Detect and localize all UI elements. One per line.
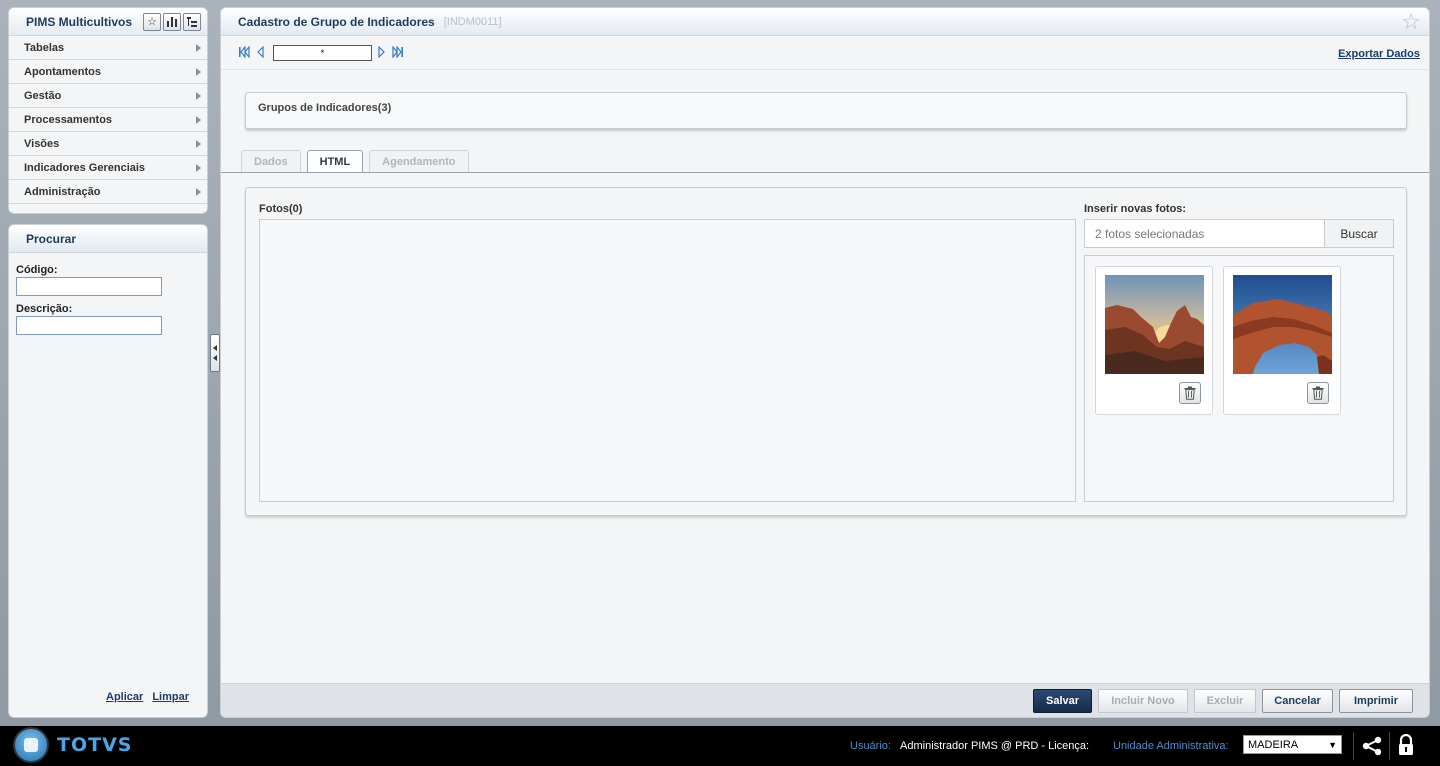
footer-divider: [1353, 732, 1354, 760]
description-input[interactable]: [16, 316, 162, 335]
page-code: [INDM0011]: [443, 15, 502, 28]
footer-bar: TOTVS Usuário: Administrador PIMS @ PRD …: [0, 726, 1440, 766]
chevron-right-icon: [196, 43, 201, 52]
chevron-right-icon: [196, 187, 201, 196]
record-search-input[interactable]: [273, 44, 372, 61]
tree-list-icon[interactable]: [183, 12, 201, 31]
photo-stone-arch: [1233, 275, 1332, 374]
menu-item-label: Processamentos: [24, 113, 113, 126]
delete-photo-button[interactable]: [1179, 382, 1201, 404]
groups-section[interactable]: Grupos de Indicadores(3): [245, 92, 1407, 129]
photo-thumbnail: [1095, 266, 1213, 415]
lock-icon[interactable]: [1397, 733, 1415, 759]
footer-divider: [1389, 732, 1390, 760]
menu-item-label: Tabelas: [24, 41, 65, 54]
menu-item-label: Apontamentos: [24, 65, 101, 78]
search-panel: Procurar Código: Descrição: Aplicar Limp…: [8, 224, 208, 718]
totvs-logo-text: TOTVS: [57, 734, 133, 756]
cancel-button[interactable]: Cancelar: [1262, 688, 1333, 713]
sidebar-menu: PIMS Multicultivos ☆ Tabelas Apontamento…: [8, 7, 208, 214]
tab-agendamento[interactable]: Agendamento: [369, 150, 469, 172]
unit-select[interactable]: MADEIRA ▼: [1243, 735, 1342, 754]
page-title: Cadastro de Grupo de Indicadores: [238, 14, 435, 29]
sidebar-header: PIMS Multicultivos ☆: [9, 8, 207, 36]
collapse-arrow-icon: [213, 355, 217, 361]
print-button[interactable]: Imprimir: [1339, 688, 1413, 713]
clear-link[interactable]: Limpar: [152, 691, 189, 703]
share-icon[interactable]: [1361, 736, 1383, 759]
photo-canyon-sunset: [1105, 275, 1204, 374]
photo-thumbnail: [1223, 266, 1341, 415]
menu-item-apontamentos[interactable]: Apontamentos: [9, 60, 207, 84]
code-label: Código:: [16, 264, 58, 276]
chevron-right-icon: [196, 163, 201, 172]
menu-item-label: Gestão: [24, 89, 62, 102]
tab-bar: Dados HTML Agendamento: [241, 150, 469, 173]
delete-button[interactable]: Excluir: [1194, 688, 1256, 713]
groups-label: Grupos de Indicadores(3): [258, 102, 392, 114]
menu-item-label: Indicadores Gerenciais: [24, 161, 146, 174]
unit-select-value: MADEIRA: [1248, 738, 1299, 751]
last-record-icon[interactable]: [392, 44, 404, 60]
previous-record-icon[interactable]: [256, 45, 264, 60]
chevron-right-icon: [196, 91, 201, 100]
tab-html[interactable]: HTML: [306, 150, 364, 173]
unit-label: Unidade Administrativa:: [1113, 740, 1229, 752]
menu-item-gestao[interactable]: Gestão: [9, 84, 207, 108]
action-bar: Salvar Incluir Novo Excluir Cancelar Imp…: [221, 683, 1429, 717]
html-tab-content: Fotos(0) Inserir novas fotos: 2 fotos se…: [245, 187, 1407, 516]
collapse-arrow-icon: [213, 345, 217, 351]
next-record-icon[interactable]: [378, 45, 386, 60]
trash-icon: [1312, 386, 1324, 400]
favorite-star-icon[interactable]: ☆: [1401, 11, 1421, 33]
totvs-logo-icon: [13, 727, 49, 763]
apply-link[interactable]: Aplicar: [106, 691, 143, 703]
menu-item-label: Visões: [24, 137, 60, 150]
photos-area: [259, 219, 1076, 502]
favorites-star-icon[interactable]: ☆: [143, 12, 161, 31]
tab-label: Dados: [254, 155, 288, 168]
search-panel-title: Procurar: [9, 225, 207, 253]
first-record-icon[interactable]: [238, 44, 250, 60]
trash-icon: [1184, 386, 1196, 400]
photos-label: Fotos(0): [259, 203, 303, 215]
main-header: Cadastro de Grupo de Indicadores [INDM00…: [221, 8, 1429, 36]
tab-label: HTML: [319, 156, 351, 168]
delete-photo-button[interactable]: [1307, 382, 1329, 404]
menu-item-indicadores-gerenciais[interactable]: Indicadores Gerenciais: [9, 156, 207, 180]
sidebar-header-icons: ☆: [143, 12, 201, 31]
search-actions: Aplicar Limpar: [106, 691, 189, 703]
menu-item-tabelas[interactable]: Tabelas: [9, 36, 207, 60]
code-input[interactable]: [16, 277, 162, 296]
user-label: Usuário:: [850, 740, 891, 752]
save-button[interactable]: Salvar: [1033, 688, 1092, 713]
menu-item-label: Administração: [24, 185, 101, 198]
description-label: Descrição:: [16, 303, 73, 315]
totvs-logo: TOTVS: [13, 727, 132, 763]
bar-chart-icon[interactable]: [163, 12, 181, 31]
chevron-right-icon: [196, 139, 201, 148]
user-info: Usuário: Administrador PIMS @ PRD - Lice…: [850, 740, 1089, 752]
insert-photos-label: Inserir novas fotos:: [1084, 203, 1187, 215]
tab-divider: [221, 172, 1429, 173]
chevron-right-icon: [196, 115, 201, 124]
menu-item-processamentos[interactable]: Processamentos: [9, 108, 207, 132]
new-record-button[interactable]: Incluir Novo: [1098, 688, 1188, 713]
tab-dados[interactable]: Dados: [241, 150, 301, 172]
user-value: Administrador PIMS @ PRD - Licença:: [900, 740, 1090, 752]
menu-item-administracao[interactable]: Administração: [9, 180, 207, 204]
menu-item-visoes[interactable]: Visões: [9, 132, 207, 156]
selected-photos-area: [1084, 255, 1394, 502]
tab-label: Agendamento: [382, 155, 456, 168]
file-picker-text: 2 fotos selecionadas: [1095, 226, 1205, 241]
sidebar-collapse-handle[interactable]: [210, 334, 220, 372]
file-picker[interactable]: 2 fotos selecionadas Buscar: [1084, 219, 1394, 248]
record-navigation-toolbar: Exportar Dados: [221, 36, 1429, 70]
browse-button[interactable]: Buscar: [1324, 220, 1393, 247]
export-data-link[interactable]: Exportar Dados: [1338, 48, 1420, 60]
app-title: PIMS Multicultivos: [26, 14, 133, 29]
main-panel: Cadastro de Grupo de Indicadores [INDM00…: [220, 7, 1430, 718]
chevron-right-icon: [196, 67, 201, 76]
dropdown-arrow-icon: ▼: [1328, 739, 1337, 750]
